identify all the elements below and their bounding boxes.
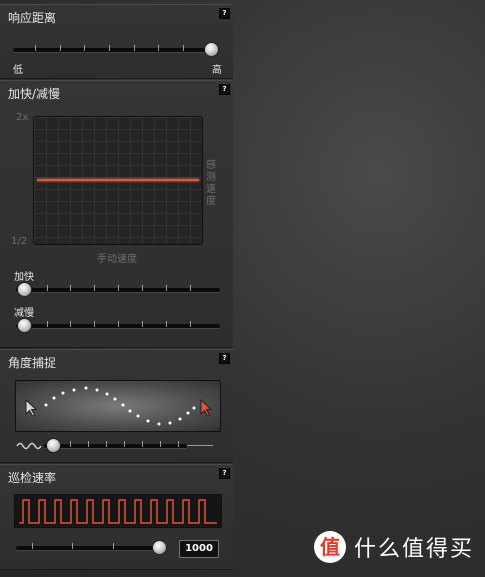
angle-snap-preview	[15, 380, 221, 432]
square-wave-preview	[14, 494, 222, 528]
speed-curve-graph[interactable]	[33, 116, 203, 245]
slider-tick	[134, 45, 135, 51]
slider-tick	[32, 543, 33, 549]
cursor-arrow-red-icon	[200, 399, 213, 417]
wave-icon	[16, 442, 42, 450]
slider-tick	[88, 441, 89, 447]
response-distance-slider-knob[interactable]	[204, 42, 219, 57]
brand-badge-icon: 值	[314, 531, 346, 563]
help-icon[interactable]: ?	[219, 468, 230, 479]
accel-label: 加快	[14, 272, 34, 283]
help-icon[interactable]: ?	[219, 84, 230, 95]
angle-snap-slider-track[interactable]	[44, 444, 187, 448]
angle-snap-title: 角度捕捉	[8, 356, 57, 370]
patrol-rate-slider-track[interactable]	[16, 546, 166, 550]
snap-curve-graphic	[44, 386, 196, 426]
slider-tick	[118, 285, 119, 291]
slider-tick	[35, 45, 36, 51]
slider-tick	[166, 285, 167, 291]
slider-tick	[142, 441, 143, 447]
patrol-rate-slider-knob[interactable]	[152, 540, 167, 555]
slider-tick	[109, 45, 110, 51]
response-distance-slider-track[interactable]	[13, 48, 219, 52]
slider-end-line	[187, 445, 213, 446]
slider-tick	[183, 45, 184, 51]
slider-tick	[72, 543, 73, 549]
slider-tick	[84, 45, 85, 51]
patrol-rate-title: 巡检速率	[8, 471, 57, 485]
slider-tick	[70, 285, 71, 291]
accel-decel-title: 加快/减慢	[8, 87, 61, 101]
slider-tick	[158, 45, 159, 51]
slider-tick	[60, 45, 61, 51]
slider-tick	[70, 321, 71, 327]
slider-tick	[166, 321, 167, 327]
patrol-rate-value-field[interactable]: 1000	[179, 540, 219, 558]
min-label: 低	[13, 65, 23, 76]
speed-curve-line	[37, 179, 199, 181]
help-icon[interactable]: ?	[219, 353, 230, 364]
slider-tick	[47, 285, 48, 291]
slider-tick	[94, 321, 95, 327]
slider-tick	[142, 321, 143, 327]
slider-tick	[94, 285, 95, 291]
response-distance-panel: 响应距离 ? 低 高	[0, 4, 233, 79]
graph-y-top-label: 2x	[16, 112, 29, 123]
brand-watermark: 值 什么值得买	[314, 531, 474, 563]
slider-tick	[124, 441, 125, 447]
brand-text: 什么值得买	[354, 537, 475, 562]
slider-tick	[190, 285, 191, 291]
decel-label: 减慢	[14, 308, 34, 319]
slider-tick	[113, 543, 114, 549]
accel-slider-knob[interactable]	[17, 282, 32, 297]
max-label: 高	[212, 65, 222, 76]
slider-tick	[142, 285, 143, 291]
cursor-arrow-icon	[25, 399, 38, 417]
help-icon[interactable]: ?	[219, 8, 230, 19]
graph-y-bottom-label: 1/2	[11, 236, 28, 247]
angle-snap-slider-knob[interactable]	[46, 438, 61, 453]
square-wave-graphic	[19, 499, 217, 524]
decel-slider-knob[interactable]	[17, 318, 32, 333]
slider-tick	[70, 441, 71, 447]
response-distance-title: 响应距离	[8, 11, 57, 25]
slider-tick	[106, 441, 107, 447]
slider-tick	[118, 321, 119, 327]
graph-x-label: 手动速度	[97, 254, 137, 265]
slider-tick	[178, 441, 179, 447]
slider-tick	[190, 321, 191, 327]
slider-tick	[160, 441, 161, 447]
slider-tick	[47, 321, 48, 327]
graph-y-side-label: 感测速度	[206, 160, 216, 207]
